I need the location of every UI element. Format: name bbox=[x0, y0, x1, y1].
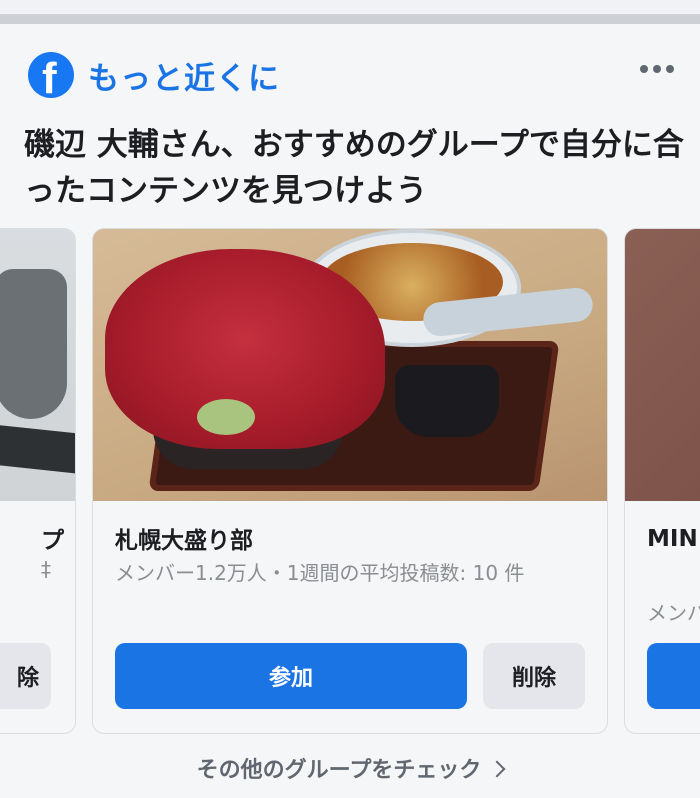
group-meta: ‡ bbox=[41, 557, 51, 581]
facebook-logo-letter: f bbox=[42, 54, 57, 98]
soy-sauce-dish-shape bbox=[395, 365, 499, 437]
group-cover-image[interactable] bbox=[625, 229, 700, 501]
join-button[interactable]: 参加 bbox=[115, 643, 467, 709]
group-name[interactable]: プ bbox=[41, 521, 64, 555]
group-meta: メンバ bbox=[647, 601, 700, 625]
remove-button[interactable]: 削除 bbox=[483, 643, 585, 709]
chevron-right-icon bbox=[488, 760, 506, 778]
group-card[interactable]: 札幌大盛り部 メンバー1.2万人・1週間の平均投稿数: 10 件 参加 削除 bbox=[92, 228, 608, 734]
dot-icon bbox=[653, 65, 661, 73]
group-name[interactable]: 札幌大盛り部 bbox=[115, 521, 253, 555]
group-meta: メンバー1.2万人・1週間の平均投稿数: 10 件 bbox=[115, 561, 525, 585]
suggested-groups-panel: f もっと近くに 磯辺 大輔さん、おすすめのグループで自分に合ったコンテンツを見… bbox=[0, 24, 700, 798]
facebook-logo-icon: f bbox=[28, 52, 74, 98]
dot-icon bbox=[640, 65, 648, 73]
panel-header: f もっと近くに bbox=[28, 52, 280, 98]
plant-pot-shape bbox=[0, 269, 67, 419]
group-card[interactable]: MIN FAN メンバ bbox=[624, 228, 700, 734]
remove-button[interactable]: 除 bbox=[0, 643, 51, 709]
wasabi-shape bbox=[197, 399, 255, 435]
panel-title: もっと近くに bbox=[88, 60, 280, 97]
suggestion-headline: 磯辺 大輔さん、おすすめのグループで自分に合ったコンテンツを見つけよう bbox=[24, 127, 684, 209]
phone-shape bbox=[0, 423, 75, 475]
more-options-icon[interactable] bbox=[640, 62, 674, 76]
dot-icon bbox=[666, 65, 674, 73]
group-card[interactable]: プ ‡ 除 bbox=[0, 228, 76, 734]
see-more-groups-label: その他のグループをチェック bbox=[196, 758, 482, 783]
top-divider bbox=[0, 0, 700, 24]
join-button[interactable] bbox=[647, 643, 700, 709]
see-more-groups-link[interactable]: その他のグループをチェック bbox=[0, 752, 700, 784]
group-cover-image[interactable] bbox=[93, 229, 607, 501]
group-name[interactable]: MIN FAN bbox=[647, 521, 700, 557]
group-carousel[interactable]: プ ‡ 除 札幌大盛り部 メンバー1.2万人・1週間の平均投稿数: 10 件 参… bbox=[0, 228, 700, 736]
group-cover-image[interactable] bbox=[0, 229, 75, 501]
